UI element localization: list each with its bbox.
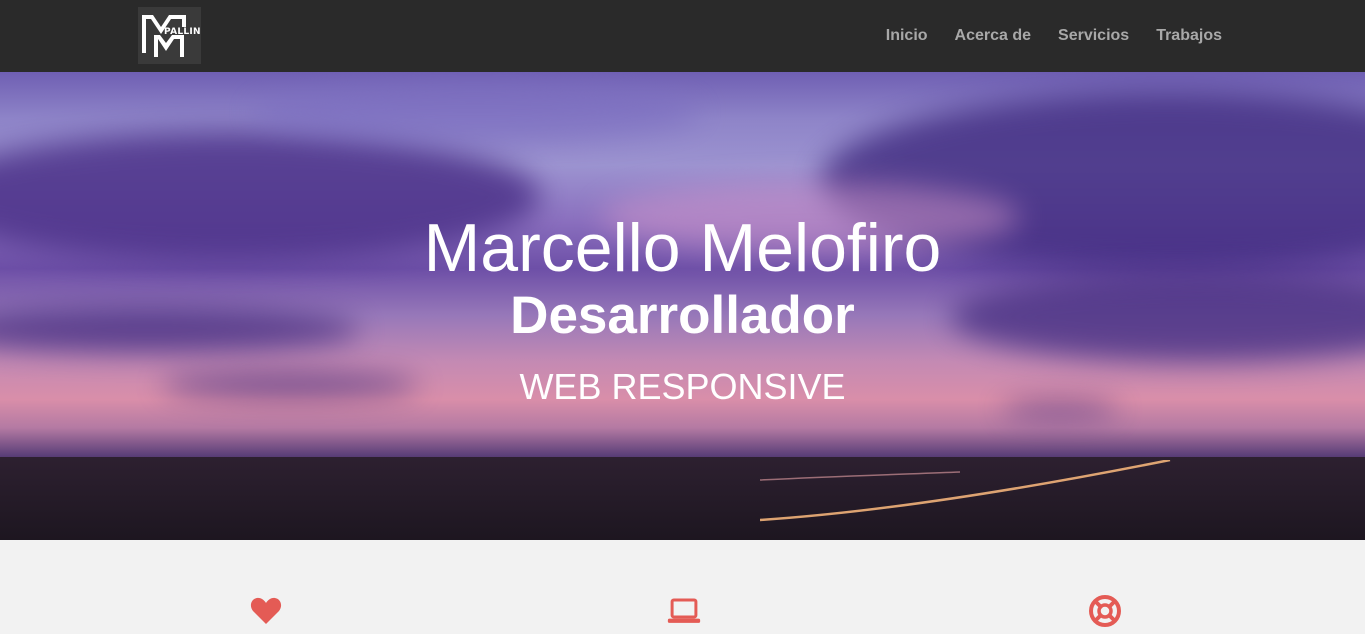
hero-tagline: WEB RESPONSIVE bbox=[519, 366, 846, 407]
heart-icon bbox=[250, 597, 282, 624]
nav-item-servicios[interactable]: Servicios bbox=[1058, 27, 1129, 45]
life-ring-icon bbox=[1089, 595, 1121, 627]
navbar: PALLIN Inicio Acerca de Servicios Trabaj… bbox=[0, 0, 1365, 72]
hero-subtitle: Desarrollador bbox=[510, 286, 855, 345]
main-nav: Inicio Acerca de Servicios Trabajos bbox=[859, 0, 1222, 72]
hero-content: Marcello Melofiro Desarrollador WEB RESP… bbox=[0, 72, 1365, 540]
logo-text: PALLIN bbox=[164, 27, 201, 37]
nav-item-trabajos[interactable]: Trabajos bbox=[1156, 27, 1222, 45]
features-section bbox=[0, 540, 1365, 634]
nav-item-inicio[interactable]: Inicio bbox=[886, 27, 928, 45]
nav-item-acerca-de[interactable]: Acerca de bbox=[955, 27, 1032, 45]
brand-logo[interactable]: PALLIN bbox=[138, 7, 201, 64]
hero-title: Marcello Melofiro bbox=[423, 210, 942, 286]
laptop-icon bbox=[667, 598, 701, 623]
